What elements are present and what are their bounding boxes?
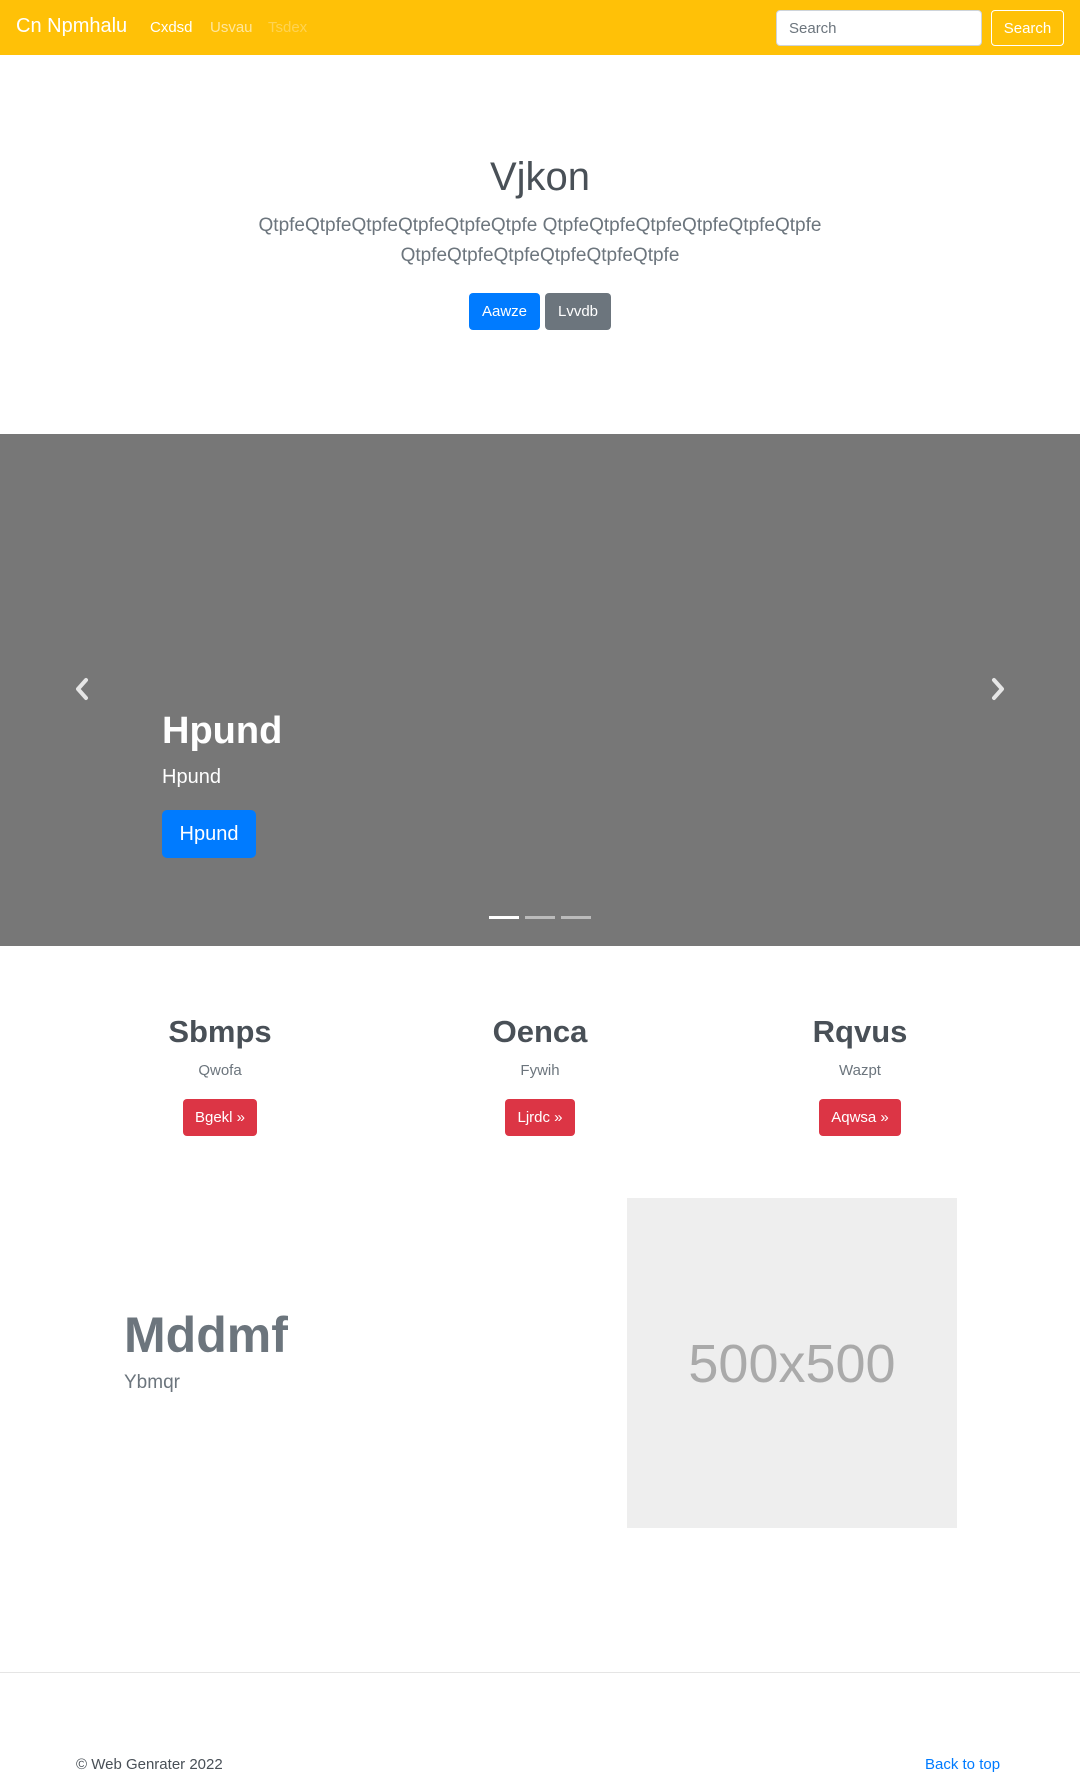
- carousel-indicator-1[interactable]: [489, 916, 519, 919]
- feature-button[interactable]: Ljrdc »: [505, 1099, 575, 1136]
- carousel-caption-text: Hpund: [162, 766, 221, 788]
- featurette-heading: Mddmf: [124, 1307, 288, 1363]
- back-to-top-link[interactable]: Back to top: [925, 1756, 1000, 1773]
- footer-copyright: © Web Genrater 2022: [76, 1756, 223, 1773]
- footer-divider: [0, 1672, 1080, 1673]
- search-button[interactable]: Search: [991, 10, 1064, 46]
- placeholder-label: 500x500: [688, 1334, 896, 1394]
- feature-button[interactable]: Bgekl »: [182, 1099, 258, 1136]
- feature-column: Rqvus Wazpt Aqwsa »: [740, 1010, 980, 1136]
- feature-text: Qwofa: [198, 1062, 242, 1079]
- feature-title: Oenca: [492, 1014, 588, 1049]
- hero-lead: QtpfeQtpfeQtpfeQtpfeQtpfeQtpfe QtpfeQtpf…: [258, 215, 822, 266]
- carousel-prev-button[interactable]: [70, 674, 94, 704]
- featurette-image-placeholder: 500x500: [627, 1198, 957, 1528]
- hero-secondary-button[interactable]: Lvvdb: [545, 293, 611, 330]
- nav-link-tsdex[interactable]: Tsdex: [268, 19, 307, 36]
- feature-title: Rqvus: [812, 1014, 908, 1049]
- chevron-right-icon: [992, 678, 1004, 700]
- hero-title: Vjkon: [489, 155, 591, 199]
- search-input[interactable]: [776, 10, 982, 46]
- feature-title: Sbmps: [168, 1014, 272, 1049]
- carousel-caption-title: Hpund: [162, 710, 283, 752]
- featurette-subheading: Ybmqr: [124, 1372, 180, 1393]
- feature-column: Sbmps Qwofa Bgekl »: [100, 1010, 340, 1136]
- carousel-indicator-3[interactable]: [561, 916, 591, 919]
- carousel-next-button[interactable]: [986, 674, 1010, 704]
- nav-link-usvau[interactable]: Usvau: [210, 19, 253, 36]
- feature-column: Oenca Fywih Ljrdc »: [420, 1010, 660, 1136]
- carousel-caption-button[interactable]: Hpund: [162, 810, 256, 858]
- feature-text: Wazpt: [839, 1062, 881, 1079]
- carousel-indicator-2[interactable]: [525, 916, 555, 919]
- feature-text: Fywih: [520, 1062, 560, 1079]
- carousel: Hpund Hpund Hpund: [0, 434, 1080, 946]
- navbar-brand[interactable]: Cn Npmhalu: [16, 15, 127, 38]
- nav-link-cxdsd[interactable]: Cxdsd: [150, 19, 193, 36]
- navbar: Cn Npmhalu Cxdsd Usvau Tsdex Search: [0, 0, 1080, 55]
- chevron-left-icon: [76, 678, 88, 700]
- hero-primary-button[interactable]: Aawze: [469, 293, 540, 330]
- feature-button[interactable]: Aqwsa »: [819, 1099, 901, 1136]
